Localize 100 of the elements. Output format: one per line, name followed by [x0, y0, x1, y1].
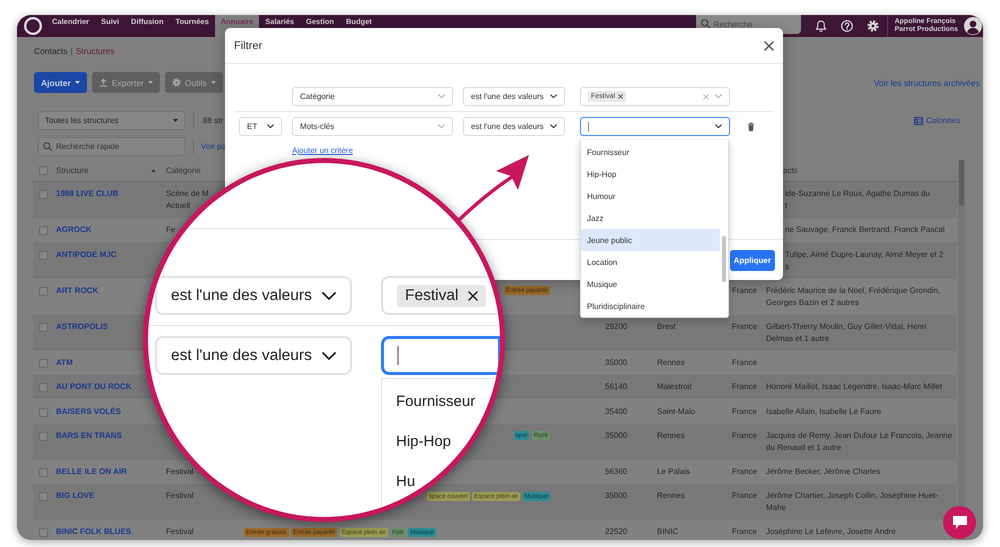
table-cell: France: [732, 430, 757, 440]
caret-icon: [210, 81, 216, 84]
gear-icon: [172, 78, 181, 87]
dropdown-option[interactable]: Fournisseur: [396, 394, 476, 409]
table-cell: ne Sauvage, Franck Bertrand, Franck Pascal: [785, 225, 945, 234]
row-checkbox[interactable]: [39, 286, 48, 296]
row-checkbox[interactable]: [39, 432, 48, 441]
scrollbar-thumb[interactable]: [959, 160, 964, 206]
remove-icon[interactable]: [468, 290, 478, 300]
breadcrumb-current: Structures: [76, 46, 115, 56]
table-cell: Joséphine Le Lefevre, Josette Andre: [766, 527, 896, 536]
dropdown-option[interactable]: Jazz: [581, 207, 720, 229]
table-cell: 22520: [605, 527, 628, 536]
table-icon: [914, 116, 924, 124]
table-cell: BINIC: [657, 527, 678, 536]
table-cell: Jacques de Remy, Jean Dufour Le Francois, Jeanne du Renaud et 1 autre: [766, 430, 952, 452]
row-checkbox[interactable]: [39, 359, 48, 368]
dropdown-option[interactable]: Humour: [581, 185, 720, 207]
dropdown-option[interactable]: Hip-Hop: [396, 434, 452, 449]
field-select[interactable]: Catégorie: [292, 87, 453, 106]
apply-button[interactable]: Appliquer: [730, 250, 775, 270]
table-cell: Isabelle Allain, Isabelle Le Faure: [766, 406, 882, 416]
value-chip[interactable]: Festival: [397, 284, 486, 306]
table-cell: 56140: [605, 382, 628, 392]
row-checkbox[interactable]: [39, 322, 48, 332]
row-checkbox[interactable]: [39, 468, 48, 477]
search-icon: [700, 19, 710, 28]
table-cell: Festival: [166, 466, 194, 476]
table-cell: Tulipe, Aimé Dupre-Launay, Aimé Meyer et 2 s: [785, 250, 944, 271]
settings-icon[interactable]: [866, 20, 879, 32]
table-cell: Brest: [657, 322, 676, 331]
quick-search-field[interactable]: Recherche rapide: [38, 137, 185, 156]
table-cell: Fe: [166, 225, 176, 234]
value-field[interactable]: Festival: [381, 276, 500, 315]
table-cell: Saint-Malo: [657, 406, 696, 416]
toolbar-button[interactable]: Ajouter: [34, 72, 87, 93]
table-cell: Rennes: [657, 430, 685, 440]
table-cell: Festival: [166, 527, 194, 536]
table-cell: Le Palais: [657, 466, 690, 476]
value-select[interactable]: [580, 117, 730, 136]
chevron-down-icon: [267, 124, 274, 129]
search-icon: [43, 142, 52, 151]
operator-select[interactable]: est l'une des valeurs: [463, 117, 565, 136]
chevron-down-icon: [438, 94, 445, 99]
chevron-down-icon: [322, 292, 336, 300]
field-select[interactable]: Mots-clés: [292, 117, 453, 136]
dropdown-option[interactable]: Fournisseur: [581, 141, 720, 163]
table-cell: France: [732, 491, 757, 500]
table-cell: 35000: [605, 358, 628, 368]
dropdown-option[interactable]: Location: [581, 251, 720, 273]
text-cursor-icon: [397, 346, 399, 365]
row-checkbox[interactable]: [39, 492, 48, 502]
operator-select[interactable]: est l'une des valeurs: [463, 87, 565, 106]
conjunction-select[interactable]: ET: [239, 117, 282, 136]
dropdown-option[interactable]: Pluridisciplinaire: [581, 295, 720, 317]
bell-icon[interactable]: [814, 20, 827, 32]
chevron-down-icon: [322, 352, 336, 360]
table-cell: Rennes: [657, 491, 685, 500]
scrollbar-thumb[interactable]: [722, 236, 726, 282]
operator-select[interactable]: est l'une des valeurs: [155, 276, 352, 315]
chevron-down-icon: [438, 124, 445, 129]
ring-logo-icon[interactable]: [24, 17, 42, 35]
chevron-down-icon: [715, 124, 722, 129]
operator-select[interactable]: est l'une des valeurs: [155, 336, 352, 375]
row-checkbox[interactable]: [39, 408, 48, 416]
close-icon[interactable]: [764, 40, 774, 50]
row-checkbox[interactable]: [39, 190, 48, 200]
add-criterion-link[interactable]: Ajouter un critère: [292, 146, 353, 155]
table-cell: Frédéric Maurice de la Noel, Frédérique Grondin, Georges Bazin et 2 autres: [766, 286, 940, 307]
remove-icon[interactable]: [618, 94, 624, 99]
table-cell: France: [732, 286, 757, 295]
table-cell: 35400: [605, 406, 628, 416]
breadcrumb-link[interactable]: Contacts: [34, 46, 68, 56]
row-checkbox[interactable]: [39, 250, 48, 260]
row-checkbox[interactable]: [39, 383, 48, 392]
table-cell: 35000: [605, 491, 628, 500]
chevron-down-icon: [550, 124, 557, 129]
dropdown-option[interactable]: Jeune public: [581, 229, 720, 251]
clear-icon[interactable]: [703, 94, 709, 100]
avatar-icon[interactable]: [964, 17, 982, 35]
select-all-checkbox[interactable]: [39, 166, 48, 175]
table-cell: Honoré Maillot, Isaac Legendre, Isaac-Marc Millet: [766, 382, 942, 392]
speech-bubble-icon: [952, 516, 966, 529]
dropdown-option[interactable]: Hu: [396, 474, 416, 489]
table-cell: 35000: [605, 430, 628, 440]
table-cell: ide-Suzanne Le Roux, Agathe Dumas du t: [785, 189, 930, 210]
value-field[interactable]: [381, 336, 500, 375]
row-checkbox[interactable]: [39, 226, 48, 236]
row-checkbox[interactable]: [39, 528, 48, 538]
dropdown-option[interactable]: Musique: [581, 273, 720, 295]
dialog-title: Filtrer: [234, 40, 262, 52]
help-icon[interactable]: [840, 20, 853, 32]
table-cell: Jérôme Becker, Jérôme Charles: [766, 466, 880, 476]
table-cell: Malestroit: [657, 382, 692, 392]
caret-icon: [173, 119, 178, 122]
table-cell: Festival: [166, 491, 194, 500]
scope-select[interactable]: Toutes les structures: [38, 111, 185, 130]
dropdown-option[interactable]: Hip-Hop: [581, 163, 720, 185]
trash-icon[interactable]: [747, 122, 755, 132]
count-text: 88 str: [203, 116, 224, 125]
